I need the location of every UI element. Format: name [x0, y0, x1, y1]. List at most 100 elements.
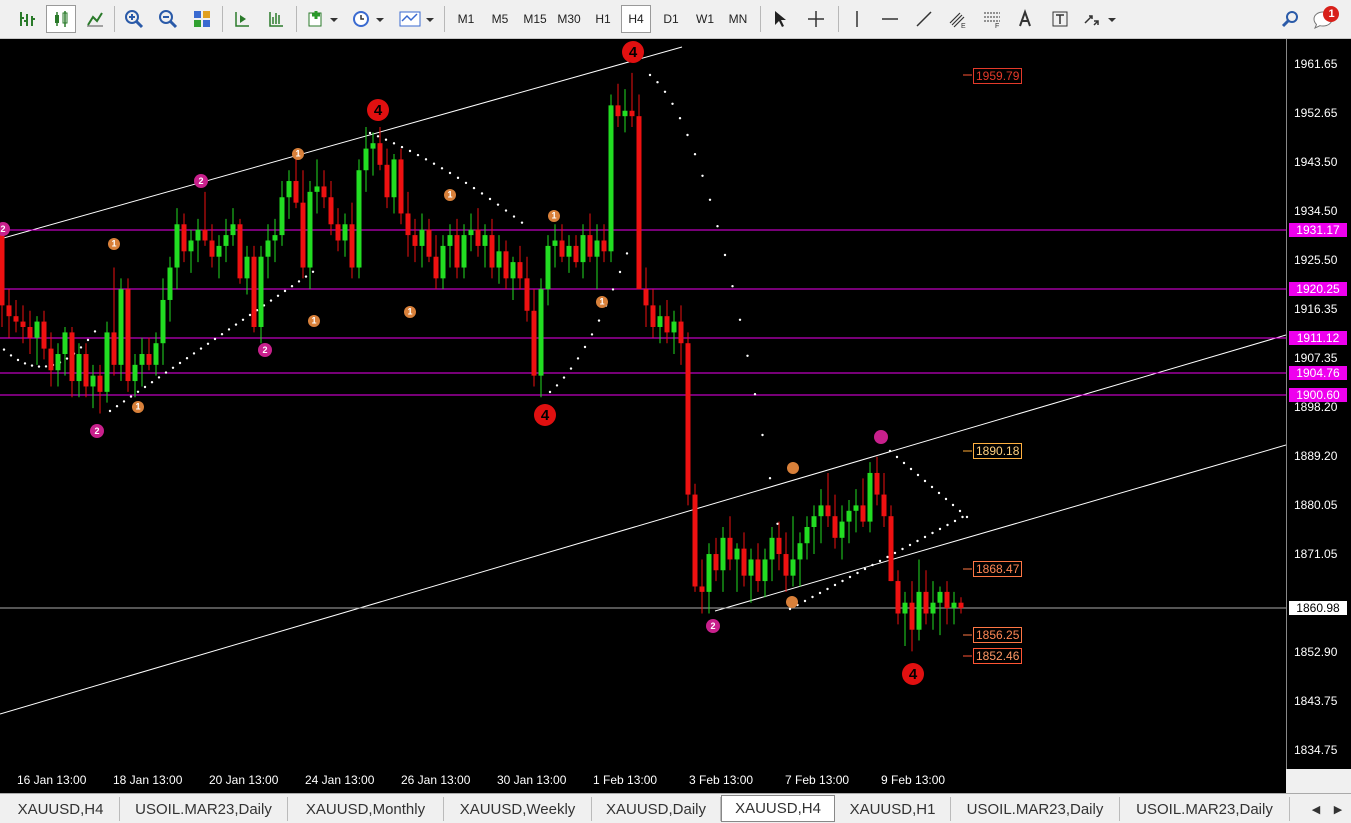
timeframe-d1[interactable]: D1: [657, 5, 685, 33]
equidistant-channel-icon[interactable]: E: [944, 5, 972, 33]
chart-shift-icon[interactable]: [262, 5, 290, 33]
search-icon[interactable]: [1277, 5, 1303, 33]
tab-xauusd-weekly[interactable]: XAUUSD,Weekly: [444, 797, 592, 821]
candle-body: [552, 240, 558, 246]
tabs-scroll-left-icon[interactable]: ◀: [1306, 797, 1326, 821]
sar-dot: [440, 167, 444, 170]
candle-body: [244, 256, 250, 279]
text-icon[interactable]: [1012, 5, 1038, 33]
sar-dot: [555, 384, 559, 387]
wave-marker-label: 4: [629, 44, 638, 61]
crosshair-icon[interactable]: [802, 5, 830, 33]
tab-usoil-daily-3[interactable]: USOIL.MAR23,Daily: [1120, 797, 1290, 821]
timeframe-mn[interactable]: MN: [723, 5, 753, 33]
price-axis[interactable]: 1961.65 1952.65 1943.50 1934.50 1925.50 …: [1286, 39, 1351, 769]
notifications-icon[interactable]: 1: [1310, 5, 1342, 33]
tab-xauusd-daily[interactable]: XAUUSD,Daily: [592, 797, 721, 821]
zoom-out-icon[interactable]: [154, 5, 182, 33]
candle-body: [230, 224, 236, 236]
vertical-line-icon[interactable]: [844, 5, 870, 33]
timeframe-h4[interactable]: H4: [621, 5, 651, 33]
candle-body: [188, 240, 194, 252]
bar-chart-icon[interactable]: [14, 5, 40, 33]
candle-body: [629, 110, 635, 117]
wave-marker: [874, 430, 888, 444]
time-tick: 1 Feb 13:00: [593, 773, 658, 787]
zoom-in-icon[interactable]: [120, 5, 148, 33]
candle-body: [846, 510, 852, 522]
arrows-dropdown-icon[interactable]: [1080, 5, 1120, 33]
candle-body: [69, 332, 75, 382]
candle-body: [146, 354, 152, 365]
tab-usoil-daily-2[interactable]: USOIL.MAR23,Daily: [951, 797, 1120, 821]
candle-body: [657, 316, 663, 327]
tab-xauusd-h1[interactable]: XAUUSD,H1: [835, 797, 951, 821]
sar-dot: [23, 362, 27, 365]
time-axis[interactable]: 16 Jan 13:00 18 Jan 13:00 20 Jan 13:00 2…: [0, 769, 1286, 793]
current-price-badge: 1860.98: [1289, 601, 1347, 615]
trendline-icon[interactable]: [910, 5, 938, 33]
candle-body: [881, 494, 887, 517]
sar-dot: [663, 90, 667, 93]
timeframe-w1[interactable]: W1: [691, 5, 719, 33]
level-badge-1911: 1911.12: [1289, 331, 1347, 345]
timeframe-m15[interactable]: M15: [519, 5, 551, 33]
candle-body: [895, 581, 901, 614]
candle-body: [489, 235, 495, 268]
sar-dot: [611, 288, 615, 291]
candle-body: [783, 554, 789, 576]
candle-body: [587, 235, 593, 257]
timeframe-h1[interactable]: H1: [589, 5, 617, 33]
candle-body: [860, 505, 866, 522]
tile-windows-icon[interactable]: [188, 5, 216, 33]
candlestick-icon[interactable]: [46, 5, 76, 33]
candle-body: [195, 229, 201, 241]
candle-body: [937, 591, 943, 603]
tab-usoil-daily[interactable]: USOIL.MAR23,Daily: [120, 797, 288, 821]
candle-body: [916, 591, 922, 630]
sar-dot: [400, 145, 404, 149]
candle-body: [643, 289, 649, 306]
level-badge-1920: 1920.25: [1289, 282, 1347, 296]
wave-marker: 4: [622, 41, 644, 63]
candle-body: [524, 278, 530, 311]
price-tick: 1943.50: [1294, 155, 1338, 169]
tab-xauusd-h4-active[interactable]: XAUUSD,H4: [721, 795, 835, 822]
candle-body: [62, 332, 68, 355]
sar-dot: [583, 345, 587, 349]
price-tick: 1843.75: [1294, 694, 1338, 708]
cursor-icon[interactable]: [766, 5, 794, 33]
candle-body: [594, 240, 600, 257]
timeframe-m30[interactable]: M30: [553, 5, 585, 33]
timeframe-m1[interactable]: M1: [452, 5, 480, 33]
sar-dot: [818, 591, 822, 595]
templates-dropdown-icon[interactable]: [396, 5, 438, 33]
tabs-scroll-right-icon[interactable]: ▶: [1328, 797, 1348, 821]
candle-body: [181, 224, 187, 252]
candle-body: [909, 602, 915, 630]
sar-dot: [768, 477, 772, 480]
horizontal-line-icon[interactable]: [876, 5, 904, 33]
sar-dot: [37, 365, 41, 368]
indicators-dropdown-icon[interactable]: [304, 5, 342, 33]
sar-dot: [220, 333, 224, 336]
timeframe-m5[interactable]: M5: [486, 5, 514, 33]
tab-xauusd-monthly[interactable]: XAUUSD,Monthly: [288, 797, 444, 821]
fibonacci-icon[interactable]: F: [978, 5, 1006, 33]
candle-body: [804, 527, 810, 544]
sar-dot: [893, 551, 897, 555]
price-chart[interactable]: 4 4 4 4 2 2 2 2 2 1 1 1 1 1 1 1 1 1959.79 1890.18 1868.4…: [0, 39, 1287, 769]
sar-dot: [811, 595, 814, 599]
sar-dot: [86, 338, 90, 342]
auto-scroll-icon[interactable]: [228, 5, 256, 33]
candles: [0, 72, 964, 652]
tab-xauusd-h4[interactable]: XAUUSD,H4: [2, 797, 120, 821]
line-chart-icon[interactable]: [82, 5, 108, 33]
candle-body: [258, 256, 264, 327]
sar-dot: [937, 491, 941, 495]
periods-dropdown-icon[interactable]: [348, 5, 388, 33]
sar-dot: [863, 567, 867, 571]
level-badge-1900: 1900.60: [1289, 388, 1347, 402]
candle-body: [41, 321, 47, 349]
text-label-icon[interactable]: [1046, 5, 1074, 33]
